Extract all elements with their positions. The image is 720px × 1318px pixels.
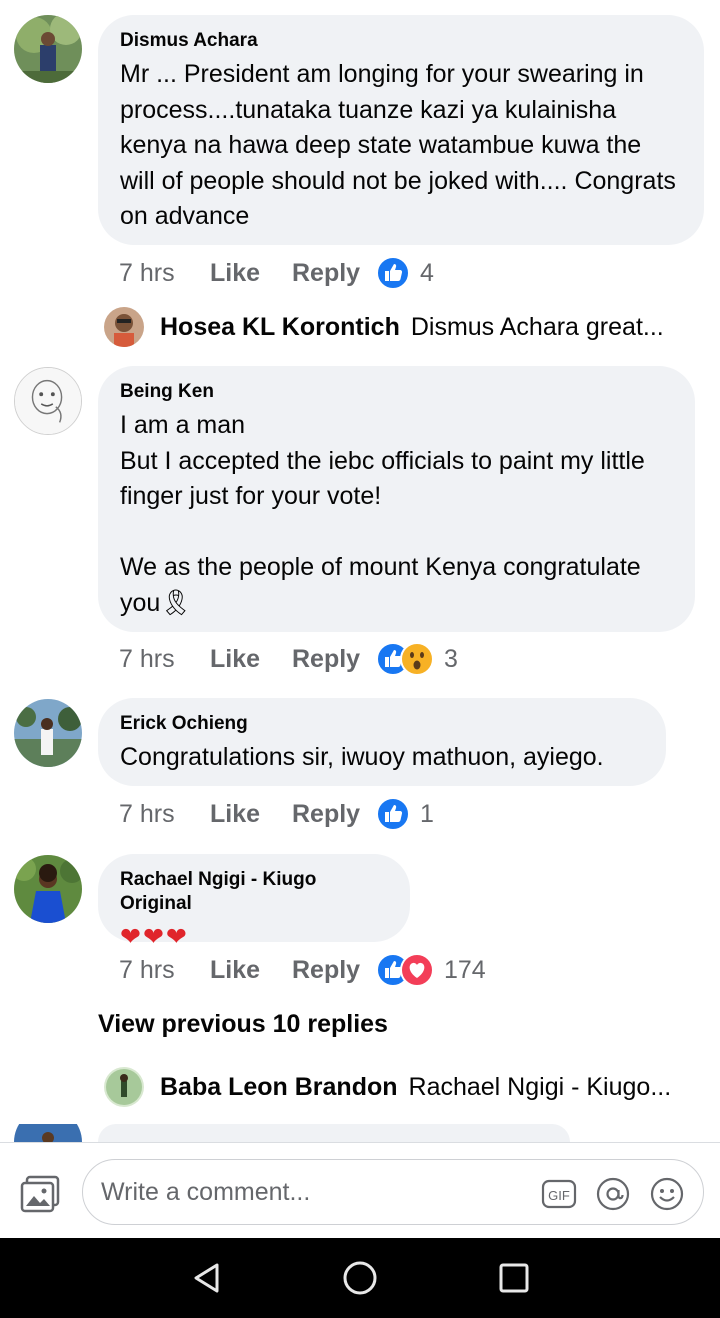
comment-actions: 7 hrs Like Reply 4 — [119, 253, 434, 293]
avatar-erick[interactable] — [14, 699, 82, 767]
comment-actions: 7 hrs Like Reply 174 — [119, 950, 486, 990]
comment-actions: 7 hrs Like Reply 1 — [119, 794, 434, 834]
system-navigation-bar — [0, 1238, 720, 1318]
comment-text: Mr ... President am longing for your swe… — [120, 60, 676, 230]
reaction-count: 3 — [444, 644, 458, 673]
reply-preview[interactable]: Baba Leon Brandon Rachael Ngigi - Kiugo.… — [104, 1065, 671, 1109]
gallery-icon[interactable] — [20, 1175, 60, 1213]
comment-input[interactable]: Write a comment... GIF — [82, 1159, 704, 1225]
reaction-summary[interactable]: 4 — [376, 256, 434, 290]
comment-bubble: Erick Ochieng Congratulations sir, iwuoy… — [98, 698, 666, 786]
avatar-hosea[interactable] — [104, 307, 144, 347]
gif-icon[interactable]: GIF — [541, 1176, 577, 1212]
reaction-summary[interactable]: 3 — [376, 642, 458, 676]
reaction-summary[interactable]: 174 — [376, 953, 486, 987]
avatar-dismus[interactable] — [14, 15, 82, 83]
comment-bubble: Dismus Achara Mr ... President am longin… — [98, 15, 704, 245]
comment-time[interactable]: 7 hrs — [119, 956, 210, 985]
comment-author[interactable]: Dismus Achara — [120, 29, 682, 53]
reply-snippet: Rachael Ngigi - Kiugo... — [408, 1072, 672, 1101]
reaction-count: 1 — [420, 799, 434, 828]
comment-text: Congratulations sir, iwuoy mathuon, ayie… — [120, 743, 604, 771]
reply-author[interactable]: Hosea KL Korontich — [160, 313, 400, 342]
comment-input-placeholder: Write a comment... — [101, 1178, 311, 1206]
comment-actions: 7 hrs Like Reply 3 — [119, 639, 458, 679]
like-reaction-icon — [376, 797, 410, 831]
comment-time[interactable]: 7 hrs — [119, 259, 210, 288]
reply-button[interactable]: Reply — [292, 956, 376, 985]
like-button[interactable]: Like — [210, 645, 292, 674]
comment-time[interactable]: 7 hrs — [119, 800, 210, 829]
like-button[interactable]: Like — [210, 259, 292, 288]
like-reaction-icon — [376, 256, 410, 290]
comment-composer: Write a comment... GIF — [0, 1142, 720, 1238]
reply-button[interactable]: Reply — [292, 800, 376, 829]
comment-text: I am a man But I accepted the iebc offic… — [120, 411, 645, 617]
avatar-being-ken[interactable] — [14, 367, 82, 435]
avatar-baba-leon[interactable] — [104, 1067, 144, 1107]
love-reaction-icon — [400, 953, 434, 987]
like-button[interactable]: Like — [210, 956, 292, 985]
reaction-count: 174 — [444, 955, 486, 984]
comment-author[interactable]: Erick Ochieng — [120, 712, 644, 736]
comment-bubble: Being Ken I am a man But I accepted the … — [98, 366, 695, 632]
reply-preview[interactable]: Hosea KL Korontich Dismus Achara great..… — [104, 305, 664, 349]
next-comment-avatar-partial — [14, 1124, 82, 1142]
next-comment-bubble-partial — [98, 1124, 570, 1142]
reply-author[interactable]: Baba Leon Brandon — [160, 1073, 398, 1102]
mention-icon[interactable] — [595, 1176, 631, 1212]
avatar-rachael[interactable] — [14, 855, 82, 923]
reply-button[interactable]: Reply — [292, 645, 376, 674]
wow-reaction-icon — [400, 642, 434, 676]
back-nav-icon[interactable] — [188, 1260, 224, 1296]
comment-bubble: Rachael Ngigi - Kiugo Original ❤❤❤ — [98, 854, 410, 951]
gif-icon-label: GIF — [548, 1188, 570, 1203]
like-button[interactable]: Like — [210, 800, 292, 829]
reply-button[interactable]: Reply — [292, 259, 376, 288]
emoji-icon[interactable] — [649, 1176, 685, 1212]
reaction-count: 4 — [420, 258, 434, 287]
reply-snippet: Dismus Achara great... — [410, 312, 664, 341]
view-previous-replies-link[interactable]: View previous 10 replies — [98, 1010, 388, 1039]
comment-time[interactable]: 7 hrs — [119, 645, 210, 674]
home-nav-icon[interactable] — [342, 1260, 378, 1296]
recents-nav-icon[interactable] — [496, 1260, 532, 1296]
reaction-summary[interactable]: 1 — [376, 797, 434, 831]
comment-author[interactable]: Being Ken — [120, 380, 673, 404]
comment-author[interactable]: Rachael Ngigi - Kiugo Original — [120, 868, 388, 916]
